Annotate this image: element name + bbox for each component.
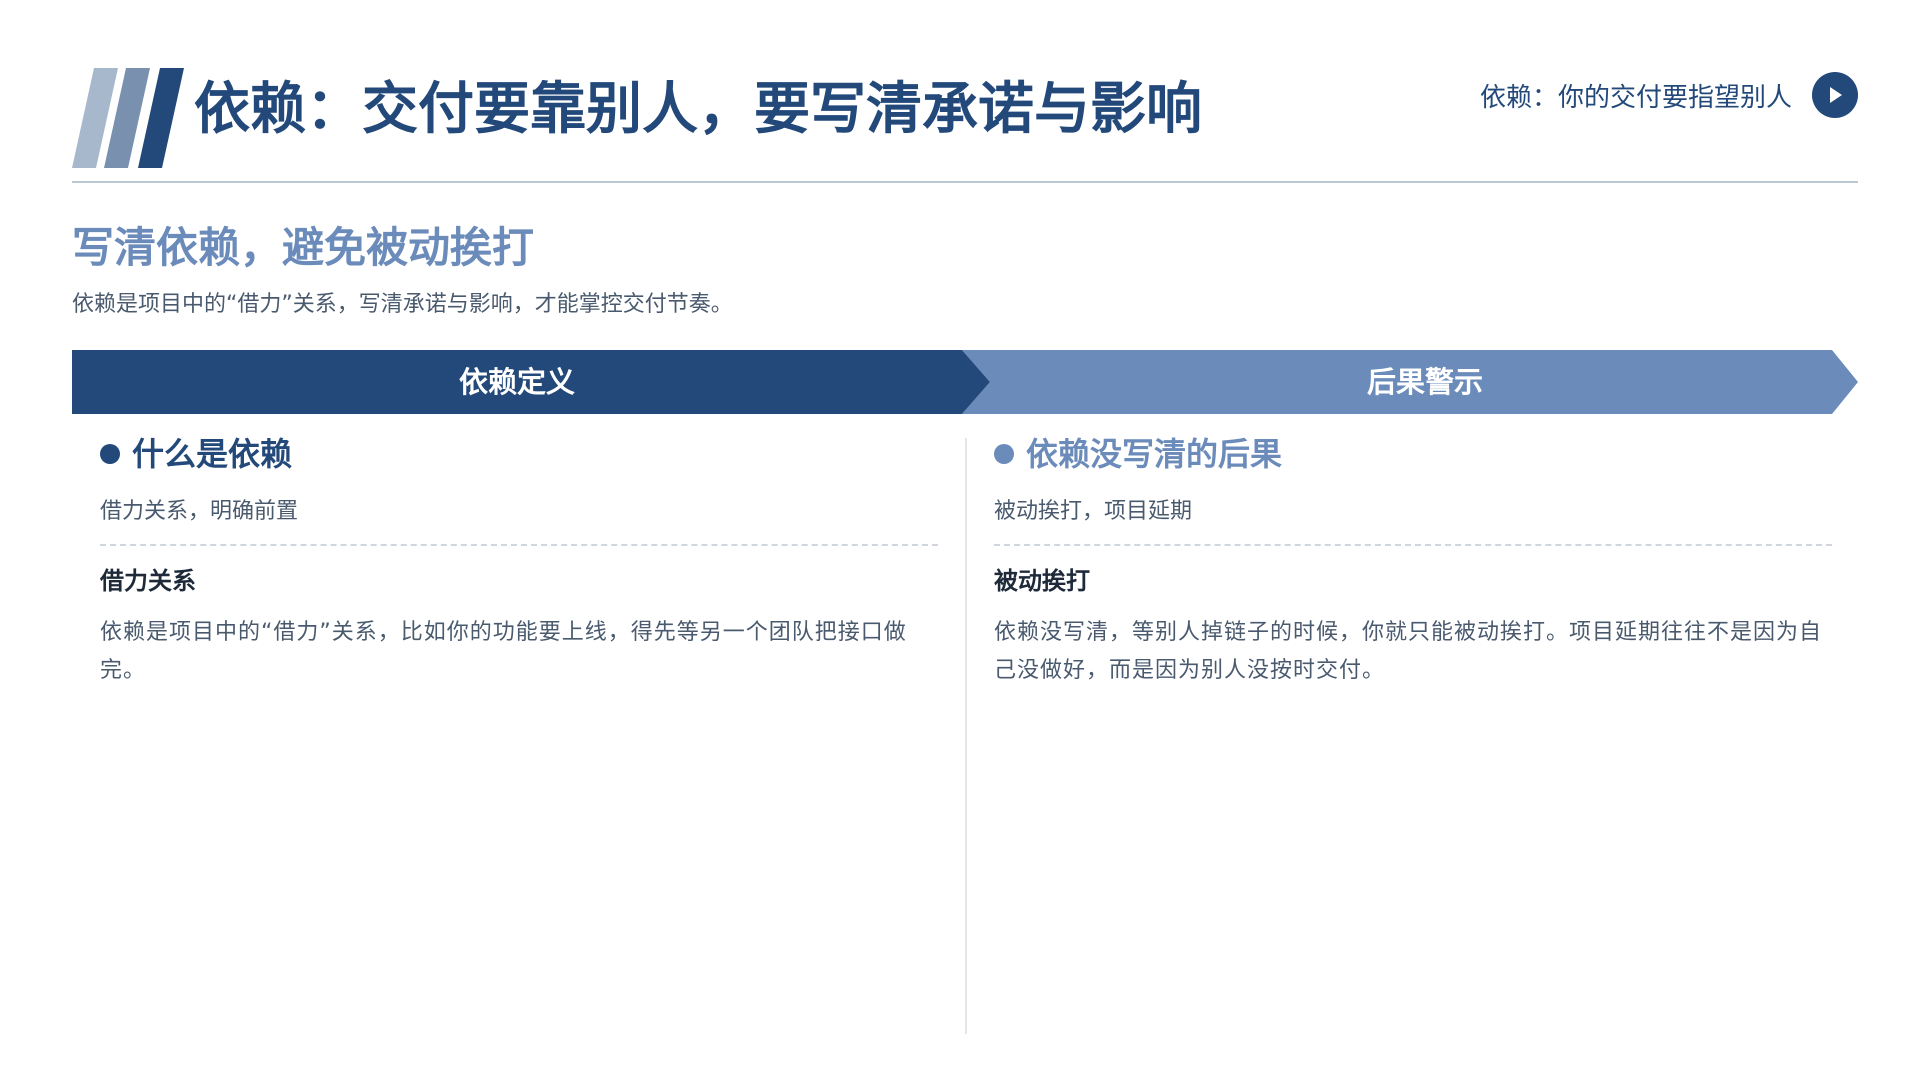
definition-body: 依赖是项目中的“借力”关系，比如你的功能要上线，得先等另一个团队把接口做完。 xyxy=(100,620,907,683)
definition-column-subtitle: 借力关系，明确前置 xyxy=(100,499,299,524)
warning-column: 依赖没写清的后果 被动挨打，项目延期 被动挨打 依赖没写清，等别人掉链子的时候，… xyxy=(994,432,1832,690)
slide: 依赖：交付要靠别人，要写清承诺与影响 依赖：你的交付要指望别人 写清依赖，避免被… xyxy=(0,0,1920,1080)
bullet-dot-icon xyxy=(994,444,1014,464)
banner-label-definition: 依赖定义 xyxy=(458,365,575,399)
play-triangle-icon xyxy=(1830,87,1842,103)
column-banner: 依赖定义 后果警示 xyxy=(72,350,1858,414)
header-nav[interactable]: 依赖：你的交付要指望别人 xyxy=(1480,72,1858,118)
column-divider xyxy=(965,438,967,1034)
play-circle-icon[interactable] xyxy=(1812,72,1858,118)
warning-heading: 被动挨打 xyxy=(994,567,1090,595)
section-title: 写清依赖，避免被动挨打 xyxy=(72,223,535,272)
header-divider xyxy=(72,181,1858,183)
banner-label-warning: 后果警示 xyxy=(1366,365,1483,399)
header-nav-link[interactable]: 依赖：你的交付要指望别人 xyxy=(1480,77,1792,114)
warning-column-subtitle: 被动挨打，项目延期 xyxy=(994,499,1193,524)
warning-column-header: 依赖没写清的后果 xyxy=(994,432,1832,476)
warning-dashed-divider xyxy=(994,544,1832,546)
definition-dashed-divider xyxy=(100,544,938,546)
definition-heading: 借力关系 xyxy=(100,567,196,595)
bullet-dot-icon xyxy=(100,444,120,464)
warning-column-title: 依赖没写清的后果 xyxy=(1026,435,1283,473)
section-description: 依赖是项目中的“借力”关系，写清承诺与影响，才能掌控交付节奏。 xyxy=(72,292,733,317)
definition-column-header: 什么是依赖 xyxy=(100,432,938,476)
page-title: 依赖：交付要靠别人，要写清承诺与影响 xyxy=(194,77,1202,142)
title-stripes-decoration xyxy=(72,68,184,168)
definition-column: 什么是依赖 借力关系，明确前置 借力关系 依赖是项目中的“借力”关系，比如你的功… xyxy=(100,432,938,690)
definition-column-title: 什么是依赖 xyxy=(132,435,293,473)
warning-body: 依赖没写清，等别人掉链子的时候，你就只能被动挨打。项目延期往往不是因为自己没做好… xyxy=(994,620,1823,683)
